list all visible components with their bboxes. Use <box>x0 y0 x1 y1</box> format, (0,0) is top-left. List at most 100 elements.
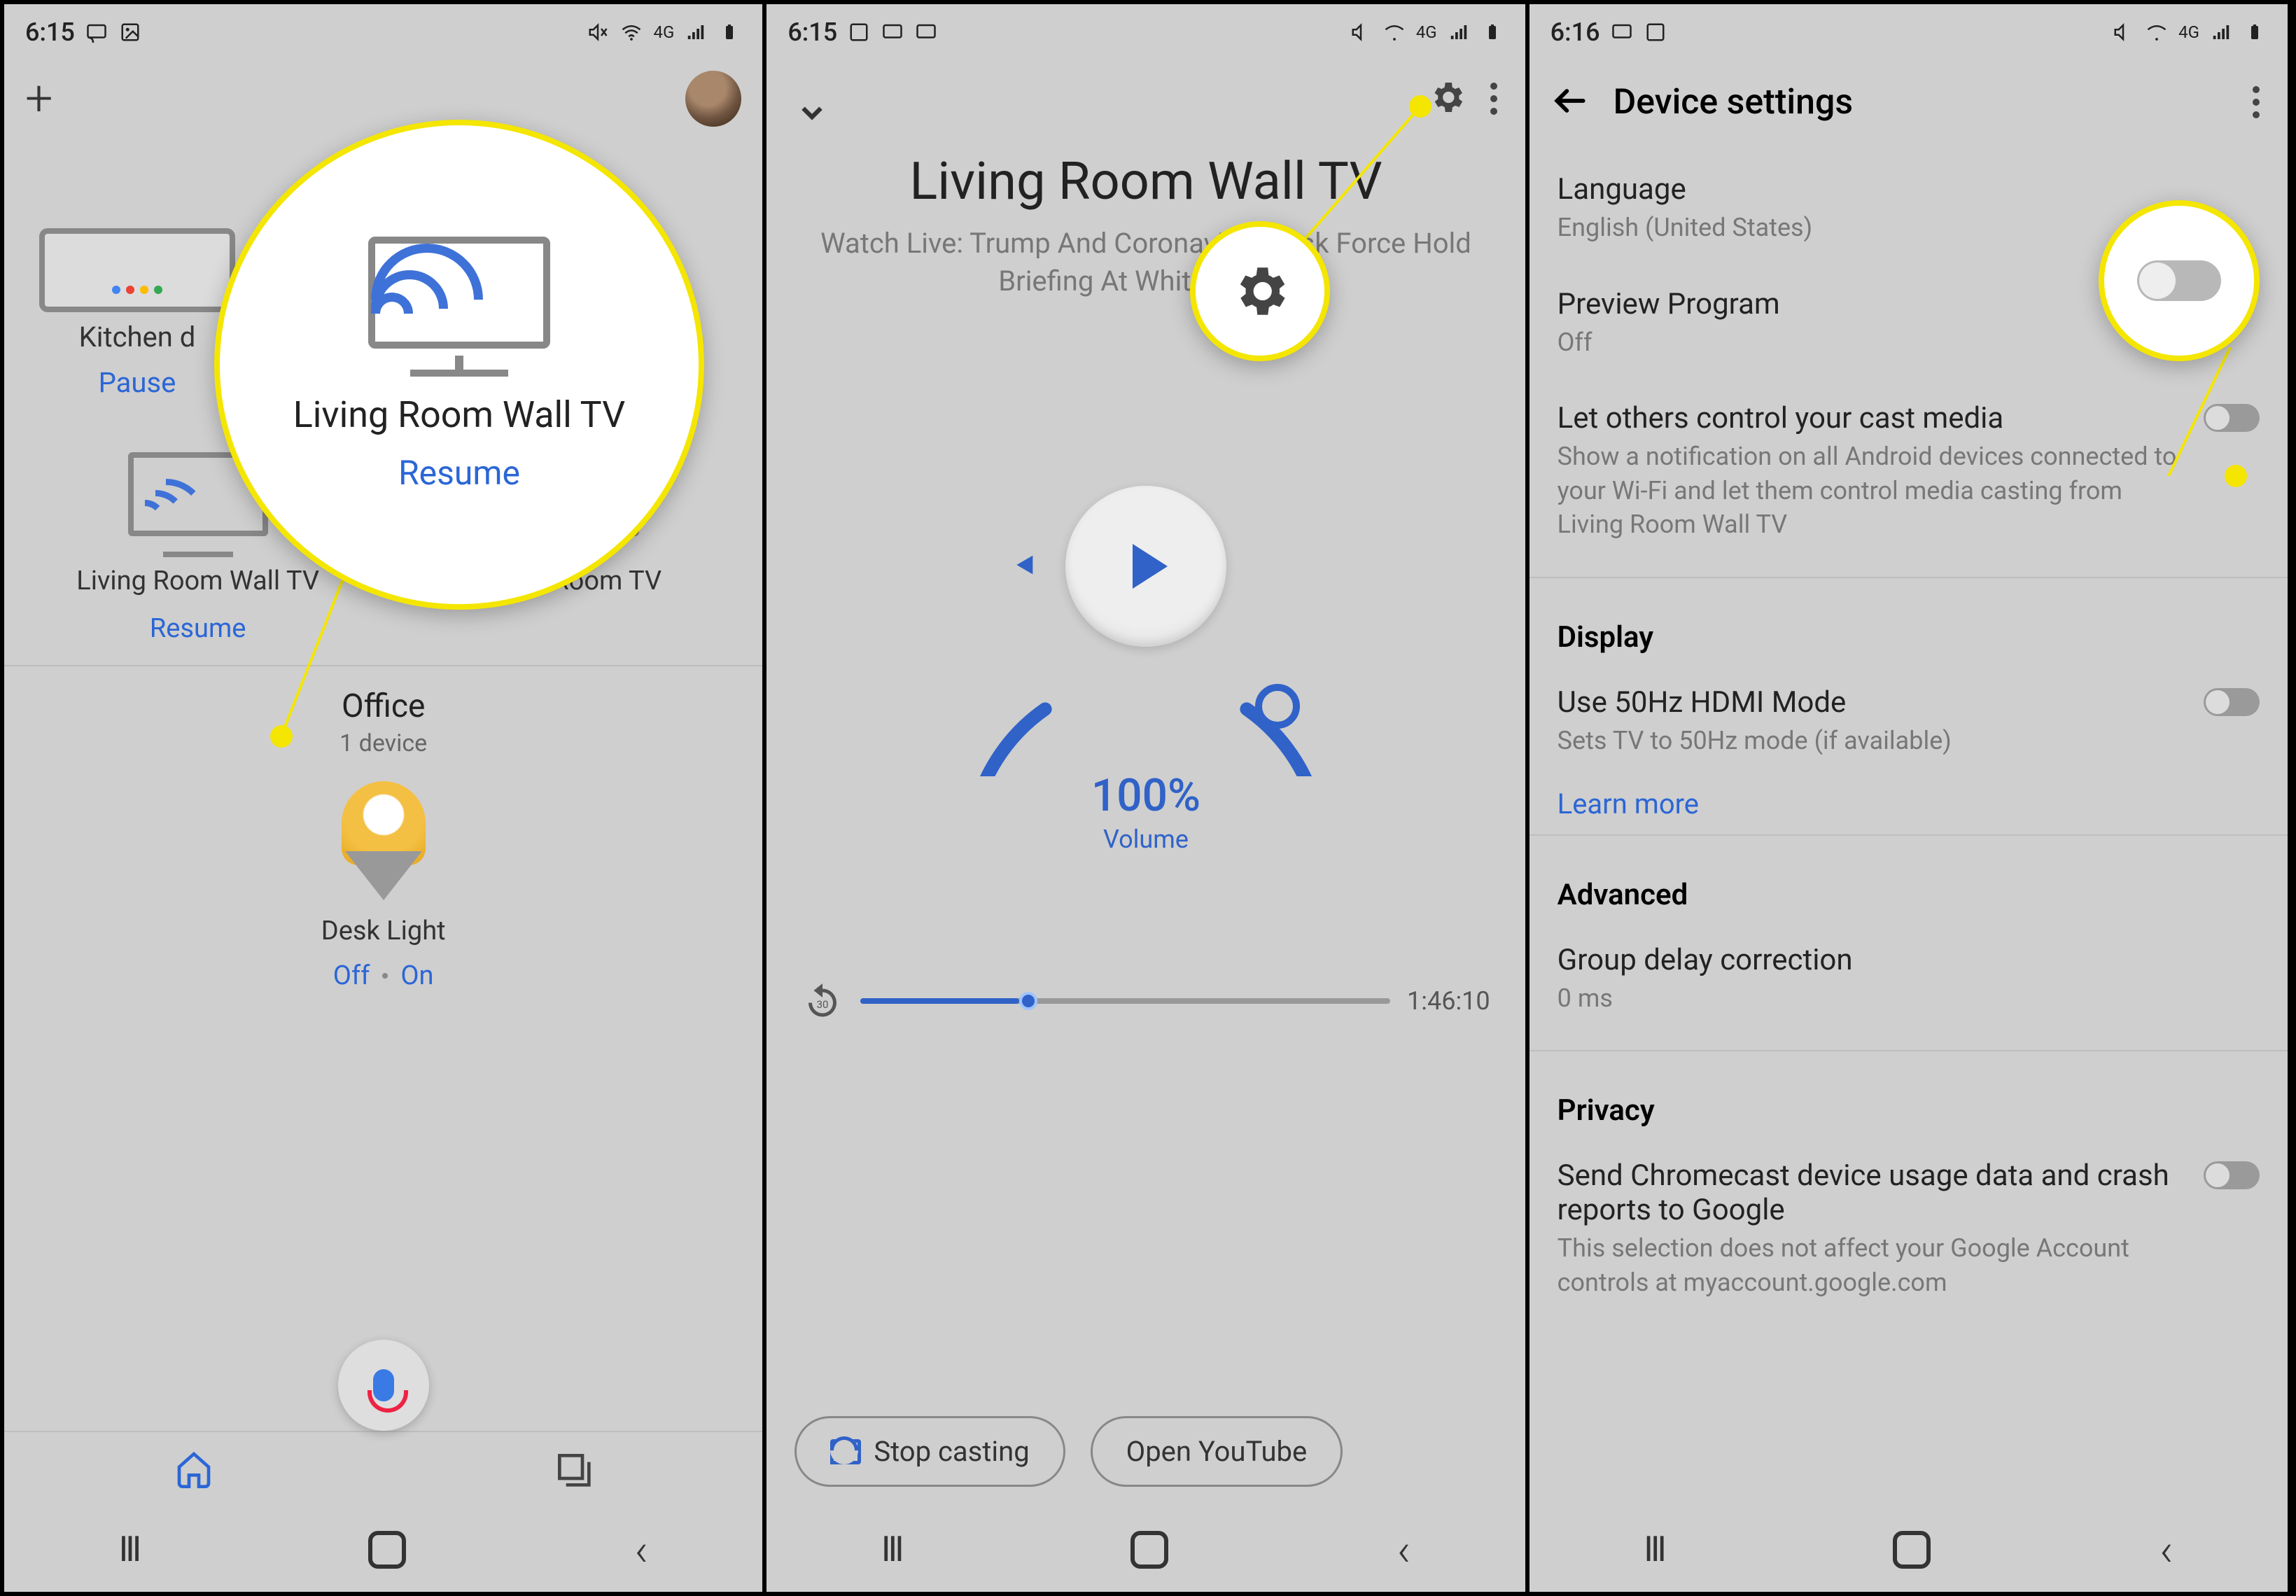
setting-usage-data[interactable]: Send Chromecast device usage data and cr… <box>1558 1138 2260 1320</box>
settings-title: Device settings <box>1614 82 1853 122</box>
stop-casting-label: Stop casting <box>874 1435 1029 1468</box>
callout-lead-line <box>1292 106 1432 260</box>
open-youtube-button[interactable]: Open YouTube <box>1091 1416 1343 1487</box>
screen-device-settings: 6:16 4G Device settings Language English… <box>1530 4 2292 1592</box>
status-bar: 6:16 4G <box>1530 4 2288 60</box>
overflow-menu-icon[interactable] <box>1483 83 1504 115</box>
image-notif-icon <box>847 22 871 42</box>
previous-track-button[interactable] <box>1006 549 1038 584</box>
nav-back-button[interactable]: ‹ <box>1397 1524 1410 1576</box>
wifi-icon <box>1382 22 1406 42</box>
mute-icon <box>586 22 610 42</box>
signal-icon <box>2209 22 2233 42</box>
battery-icon <box>718 22 741 42</box>
setting-title: Language <box>1558 172 2260 206</box>
signal-icon <box>1447 22 1471 42</box>
nav-back-button[interactable]: ‹ <box>2160 1524 2173 1576</box>
battery-icon <box>2243 22 2267 42</box>
settings-appbar: Device settings <box>1530 60 2288 144</box>
add-button[interactable]: + <box>25 88 53 110</box>
home-tab-icon[interactable] <box>174 1449 214 1491</box>
bulb-icon <box>335 781 433 907</box>
assistant-mic-button[interactable] <box>338 1340 429 1431</box>
toggle-switch[interactable] <box>2204 688 2260 716</box>
section-display-header: Display <box>1558 592 2260 664</box>
nav-recent-button[interactable]: III <box>1644 1530 1664 1570</box>
back-arrow-button[interactable] <box>1550 81 1590 123</box>
mute-icon <box>1349 22 1373 42</box>
setting-title: Send Chromecast device usage data and cr… <box>1558 1158 2183 1227</box>
cast-notif-icon <box>881 22 904 42</box>
android-navbar: III ‹ <box>1530 1508 2288 1592</box>
nav-home-button[interactable] <box>1130 1531 1168 1569</box>
seek-row: 30 1:46:10 <box>766 980 1525 1022</box>
divider <box>1530 1050 2288 1051</box>
callout-device-title: Living Room Wall TV <box>293 393 625 436</box>
volume-knob[interactable] <box>1255 684 1300 729</box>
network-4g-label: 4G <box>1416 22 1437 42</box>
image-notif-icon <box>118 22 142 42</box>
toggle-switch[interactable] <box>2204 1161 2260 1189</box>
section-advanced-header: Advanced <box>1558 850 2260 922</box>
wifi-icon <box>2145 22 2169 42</box>
cast-notif-icon <box>1610 22 1634 42</box>
network-4g-label: 4G <box>653 22 674 42</box>
play-icon <box>1133 544 1168 589</box>
toggle-switch[interactable] <box>2137 260 2221 301</box>
seek-slider[interactable] <box>860 998 1390 1004</box>
signal-icon <box>684 22 708 42</box>
overflow-menu-icon[interactable] <box>2246 86 2267 118</box>
collapse-chevron-icon[interactable] <box>794 95 830 133</box>
android-navbar: III ‹ <box>766 1508 1525 1592</box>
nav-recent-button[interactable]: III <box>881 1530 902 1570</box>
account-avatar[interactable] <box>685 71 741 127</box>
volume-dial[interactable] <box>936 356 1356 776</box>
setting-50hz-hdmi[interactable]: Use 50Hz HDMI Mode Sets TV to 50Hz mode … <box>1558 664 2260 779</box>
kitchen-tile[interactable]: Kitchen d Pause <box>39 228 235 399</box>
network-4g-label: 4G <box>2178 22 2199 42</box>
separator-dot <box>382 973 388 979</box>
screen-device-control: 6:15 4G Living Room Wall TV Watch Live: … <box>766 4 1529 1592</box>
stop-casting-button[interactable]: Stop casting <box>794 1416 1065 1487</box>
nav-home-button[interactable] <box>368 1531 406 1569</box>
callout-settings-gear <box>1190 221 1330 361</box>
setting-sub: Sets TV to 50Hz mode (if available) <box>1558 724 2183 758</box>
light-on-button[interactable]: On <box>400 960 433 991</box>
mute-icon <box>2111 22 2135 42</box>
duration-label: 1:46:10 <box>1407 986 1490 1016</box>
setting-title: Group delay correction <box>1558 943 2260 977</box>
device-label: Desk Light <box>32 916 734 946</box>
learn-more-link[interactable]: Learn more <box>1558 788 2260 820</box>
cast-notif-icon <box>85 22 108 42</box>
settings-gear-icon[interactable] <box>1427 78 1466 120</box>
feed-tab-icon[interactable] <box>553 1449 592 1491</box>
setting-sub: This selection does not affect your Goog… <box>1558 1231 2183 1299</box>
callout-device-tile: Living Room Wall TV Resume <box>214 120 704 610</box>
gear-icon <box>1228 260 1292 323</box>
play-button[interactable] <box>1065 486 1226 647</box>
section-privacy-header: Privacy <box>1558 1065 2260 1138</box>
replay-30-button[interactable]: 30 <box>802 980 844 1022</box>
nav-back-button[interactable]: ‹ <box>635 1524 648 1576</box>
setting-value: 0 ms <box>1558 981 2260 1016</box>
nav-home-button[interactable] <box>1893 1531 1931 1569</box>
setting-title: Let others control your cast media <box>1558 401 2183 435</box>
callout-lead-line <box>2167 347 2237 480</box>
callout-device-action[interactable]: Resume <box>398 453 520 493</box>
screen-home: 6:15 4G + Kitchen d Pause Living room <box>4 4 766 1592</box>
setting-let-others-control[interactable]: Let others control your cast media Show … <box>1558 380 2260 563</box>
kitchen-label: Kitchen d <box>39 321 235 354</box>
open-youtube-label: Open YouTube <box>1126 1435 1308 1468</box>
home-appbar: + <box>4 60 762 130</box>
setting-group-delay[interactable]: Group delay correction 0 ms <box>1558 922 2260 1037</box>
nav-recent-button[interactable]: III <box>119 1530 139 1570</box>
device-tile-desk-light[interactable]: Desk Light Off On <box>32 781 734 991</box>
light-off-button[interactable]: Off <box>333 960 370 991</box>
svg-text:30: 30 <box>817 998 829 1011</box>
mic-icon <box>373 1369 394 1401</box>
divider <box>1530 834 2288 836</box>
bottom-tabs <box>4 1431 762 1508</box>
setting-title: Use 50Hz HDMI Mode <box>1558 685 2183 720</box>
kitchen-pause-button[interactable]: Pause <box>39 366 235 399</box>
cast-notif-icon <box>914 22 938 42</box>
